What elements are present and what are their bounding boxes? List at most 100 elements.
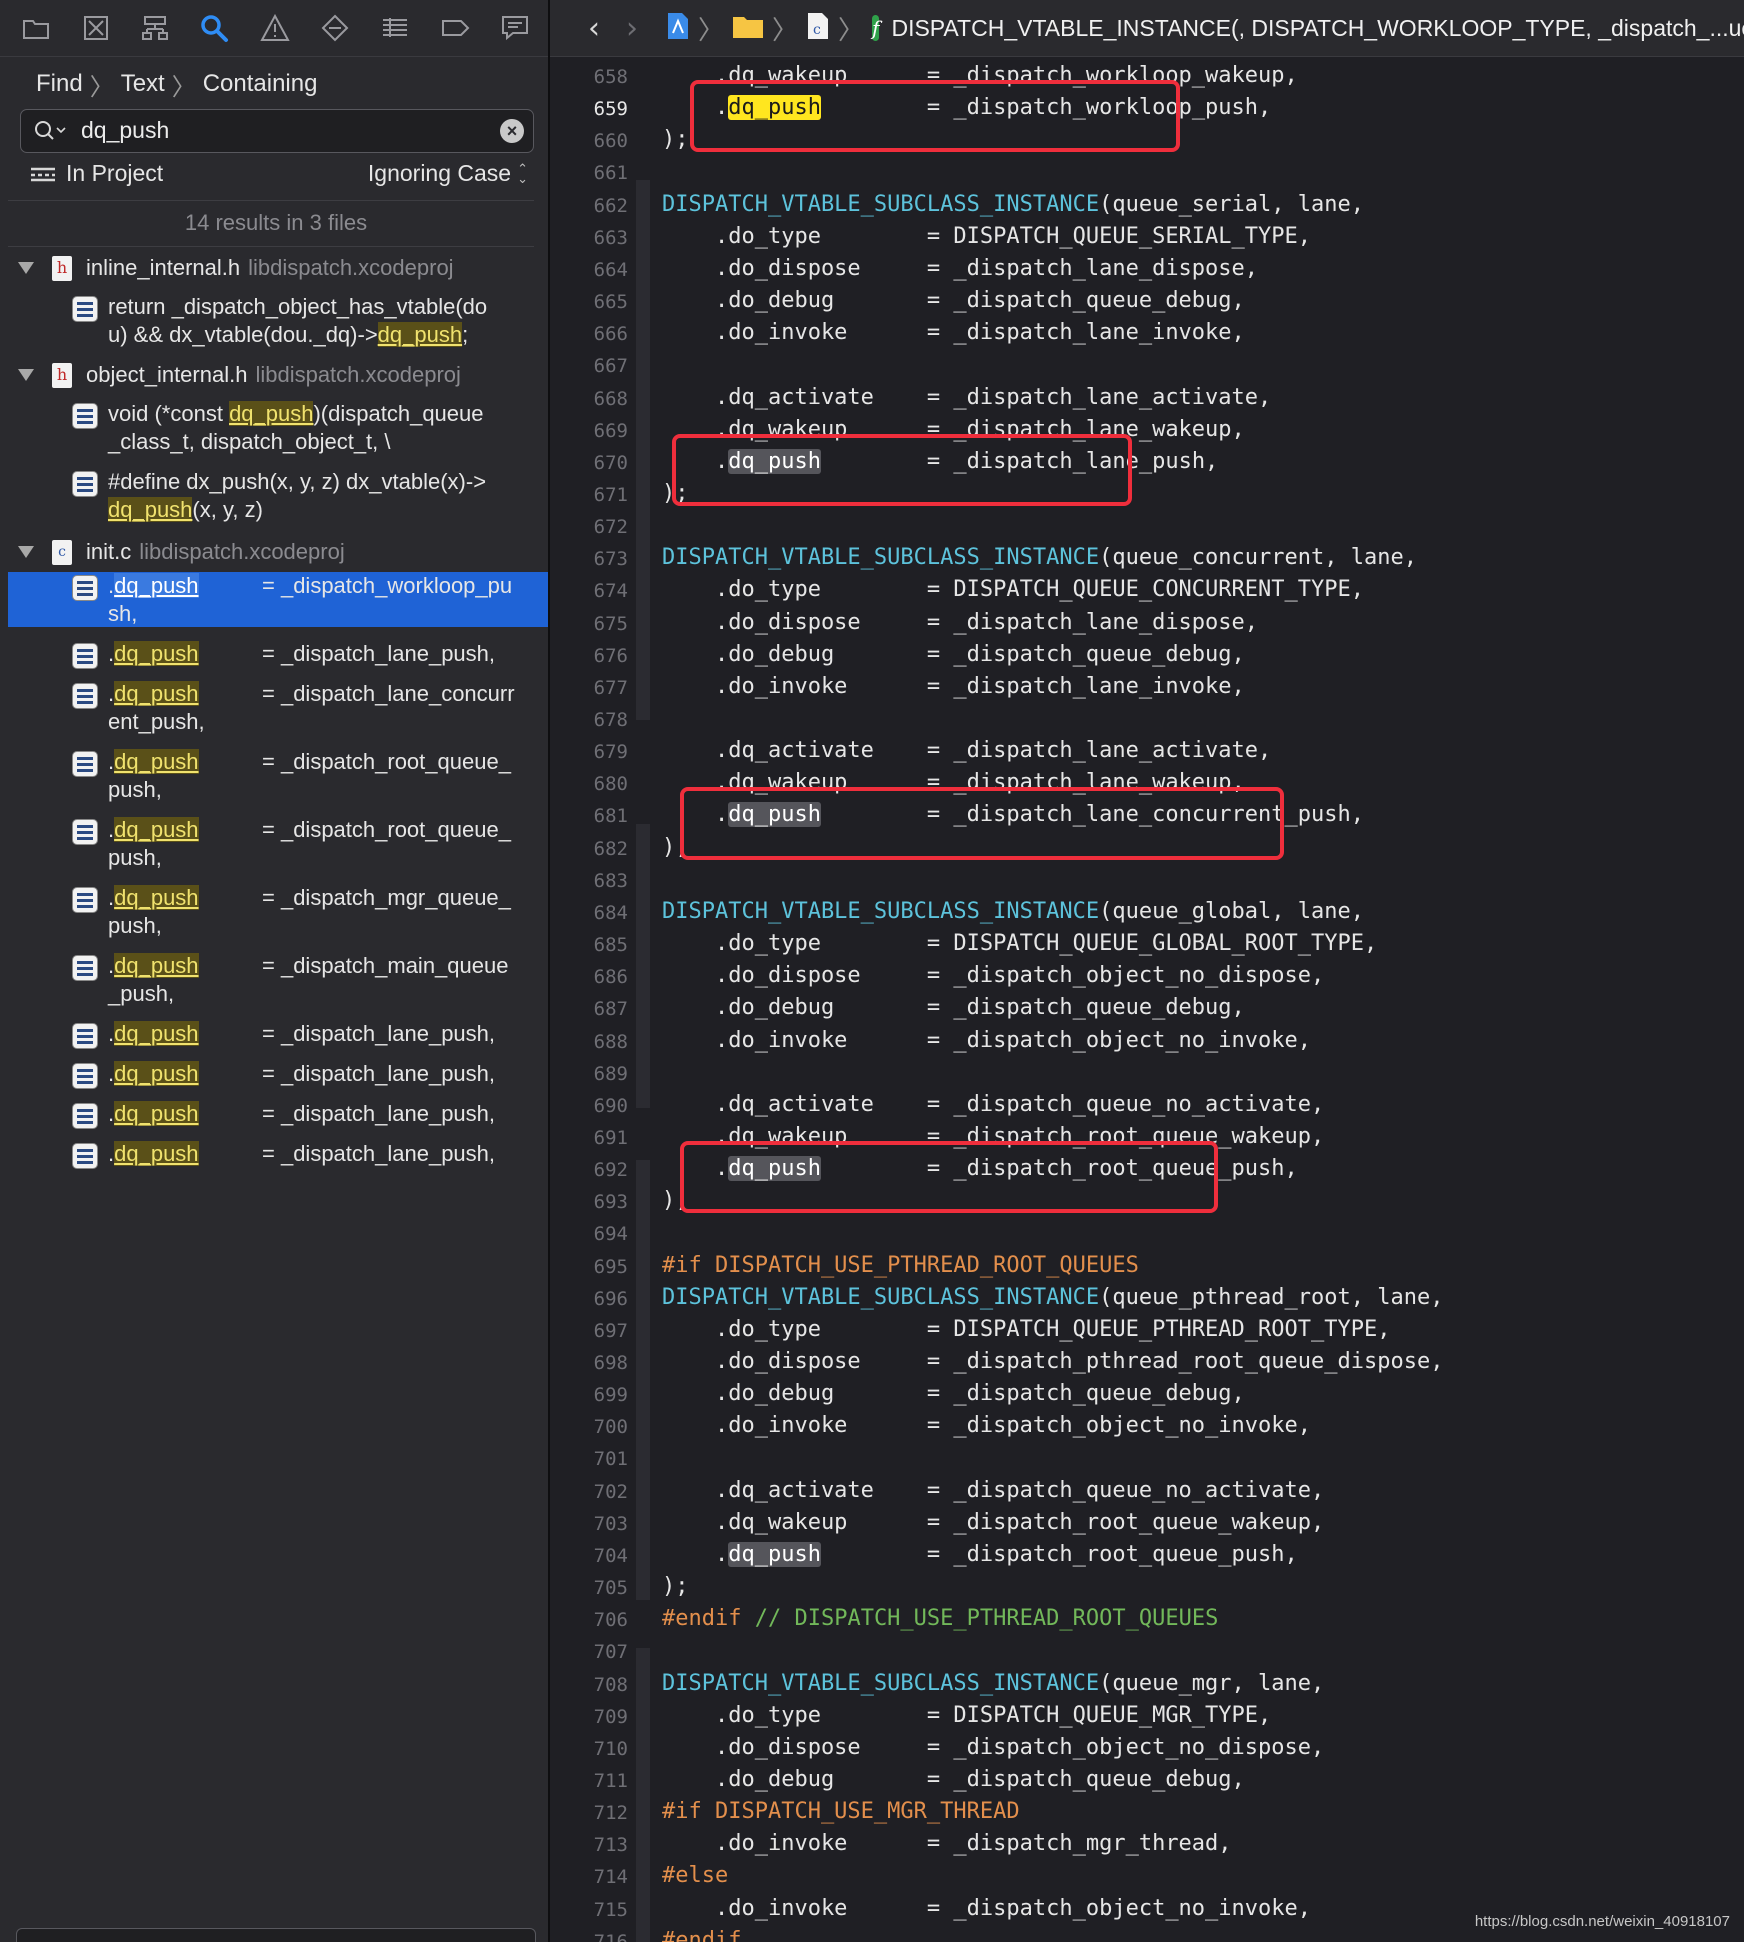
code-line[interactable]: .do_invoke = _dispatch_object_no_invoke,	[662, 1025, 1311, 1057]
line-number[interactable]: 693	[550, 1191, 628, 1213]
jump-bar-symbol[interactable]: DISPATCH_VTABLE_INSTANCE(, DISPATCH_WORK…	[891, 15, 1744, 42]
fold-region[interactable]	[636, 824, 650, 1108]
line-number[interactable]: 665	[550, 291, 628, 313]
code-line[interactable]: .do_type = DISPATCH_QUEUE_GLOBAL_ROOT_TY…	[662, 928, 1377, 960]
search-result[interactable]: .dq_push = _dispatch_lane_push,	[8, 640, 548, 672]
line-number[interactable]: 660	[550, 130, 628, 152]
folder-icon[interactable]	[17, 9, 55, 47]
line-number[interactable]: 672	[550, 516, 628, 538]
code-line[interactable]: .do_invoke = _dispatch_lane_invoke,	[662, 317, 1245, 349]
code-line[interactable]: DISPATCH_VTABLE_SUBCLASS_INSTANCE(queue_…	[662, 896, 1364, 928]
search-result-selected[interactable]: .dq_push = _dispatch_workloop_pu sh,	[8, 572, 548, 627]
code-line[interactable]: .do_type = DISPATCH_QUEUE_CONCURRENT_TYP…	[662, 574, 1364, 606]
code-line[interactable]: .do_debug = _dispatch_queue_debug,	[662, 1764, 1245, 1796]
find-icon[interactable]	[195, 9, 233, 47]
symbol-hierarchy-icon[interactable]	[136, 9, 174, 47]
line-number[interactable]: 663	[550, 227, 628, 249]
line-number[interactable]: 692	[550, 1159, 628, 1181]
breakpoint-tag-icon[interactable]	[436, 9, 474, 47]
code-line[interactable]: .dq_push = _dispatch_root_queue_push,	[662, 1539, 1298, 1571]
line-number[interactable]: 679	[550, 741, 628, 763]
disclosure-triangle-icon[interactable]	[18, 369, 34, 381]
line-number[interactable]: 685	[550, 934, 628, 956]
line-number[interactable]: 702	[550, 1481, 628, 1503]
report-bubble-icon[interactable]	[496, 9, 534, 47]
line-number[interactable]: 678	[550, 709, 628, 731]
code-line[interactable]: .dq_activate = _dispatch_queue_no_activa…	[662, 1475, 1324, 1507]
filter-field[interactable]	[16, 1928, 536, 1942]
line-number[interactable]: 668	[550, 388, 628, 410]
line-number[interactable]: 682	[550, 838, 628, 860]
line-number[interactable]: 697	[550, 1320, 628, 1342]
code-line[interactable]: .dq_wakeup = _dispatch_root_queue_wakeup…	[662, 1507, 1324, 1539]
case-sensitivity-popup[interactable]: Ignoring Case ⌃ ⌄	[368, 160, 528, 187]
code-line[interactable]: .dq_activate = _dispatch_lane_activate,	[662, 382, 1271, 414]
result-file-group[interactable]: c init.c libdispatch.xcodeproj	[0, 534, 548, 570]
c-file-icon[interactable]: c	[806, 11, 830, 46]
source-control-icon[interactable]	[77, 9, 115, 47]
line-number[interactable]: 670	[550, 452, 628, 474]
code-line[interactable]: DISPATCH_VTABLE_SUBCLASS_INSTANCE(queue_…	[662, 189, 1364, 221]
fold-region[interactable]	[636, 180, 650, 464]
code-line[interactable]: #else	[662, 1860, 728, 1892]
line-number[interactable]: 687	[550, 998, 628, 1020]
code-line[interactable]: DISPATCH_VTABLE_SUBCLASS_INSTANCE(queue_…	[662, 1282, 1443, 1314]
search-result[interactable]: .dq_push = _dispatch_main_queue _push,	[8, 952, 548, 1007]
line-number[interactable]: 714	[550, 1866, 628, 1888]
line-number[interactable]: 673	[550, 548, 628, 570]
line-number[interactable]: 708	[550, 1674, 628, 1696]
code-line[interactable]: .dq_activate = _dispatch_queue_no_activa…	[662, 1089, 1324, 1121]
code-line[interactable]: .do_invoke = _dispatch_object_no_invoke,	[662, 1410, 1311, 1442]
search-input[interactable]: dq_push	[81, 117, 169, 144]
line-number[interactable]: 659	[550, 98, 628, 120]
test-diamond-icon[interactable]	[316, 9, 354, 47]
search-result[interactable]: .dq_push = _dispatch_lane_push,	[8, 1060, 548, 1092]
code-line[interactable]: );	[662, 124, 689, 156]
code-line[interactable]: .do_debug = _dispatch_queue_debug,	[662, 992, 1245, 1024]
line-number[interactable]: 716	[550, 1931, 628, 1942]
line-number[interactable]: 709	[550, 1706, 628, 1728]
search-result[interactable]: .dq_push = _dispatch_lane_push,	[8, 1020, 548, 1052]
search-result[interactable]: void (*const dq_push)(dispatch_queue _cl…	[8, 400, 548, 462]
crumb-text[interactable]: Text	[121, 70, 165, 98]
code-line[interactable]: .do_type = DISPATCH_QUEUE_MGR_TYPE,	[662, 1700, 1271, 1732]
line-number[interactable]: 676	[550, 645, 628, 667]
line-number[interactable]: 698	[550, 1352, 628, 1374]
line-number[interactable]: 667	[550, 355, 628, 377]
search-result[interactable]: .dq_push = _dispatch_lane_concurr ent_push…	[8, 680, 548, 735]
line-number[interactable]: 681	[550, 805, 628, 827]
line-number[interactable]: 658	[550, 66, 628, 88]
line-number[interactable]: 705	[550, 1577, 628, 1599]
search-result[interactable]: #define dx_push(x, y, z) dx_vtable(x)-> …	[8, 468, 548, 530]
search-scope[interactable]: In Project	[30, 160, 163, 187]
line-number[interactable]: 711	[550, 1770, 628, 1792]
back-arrow-icon[interactable]: ‹	[588, 11, 600, 46]
line-number[interactable]: 700	[550, 1416, 628, 1438]
code-line[interactable]: #endif	[662, 1925, 741, 1942]
code-line[interactable]: .do_invoke = _dispatch_lane_invoke,	[662, 671, 1245, 703]
code-line[interactable]: .do_dispose = _dispatch_lane_dispose,	[662, 253, 1258, 285]
line-number[interactable]: 689	[550, 1063, 628, 1085]
result-file-group[interactable]: h object_internal.h libdispatch.xcodepro…	[0, 357, 548, 393]
crumb-containing[interactable]: Containing	[203, 70, 318, 98]
disclosure-triangle-icon[interactable]	[18, 262, 34, 274]
code-line[interactable]: .do_dispose = _dispatch_pthread_root_que…	[662, 1346, 1444, 1378]
line-number[interactable]: 696	[550, 1288, 628, 1310]
line-number[interactable]: 683	[550, 870, 628, 892]
code-line[interactable]: .do_invoke = _dispatch_mgr_thread,	[662, 1828, 1232, 1860]
code-line[interactable]: .dq_activate = _dispatch_lane_activate,	[662, 735, 1271, 767]
line-number[interactable]: 688	[550, 1031, 628, 1053]
line-number[interactable]: 664	[550, 259, 628, 281]
disclosure-triangle-icon[interactable]	[18, 546, 34, 558]
folder-icon[interactable]	[732, 13, 764, 44]
line-number[interactable]: 712	[550, 1802, 628, 1824]
line-number[interactable]: 695	[550, 1256, 628, 1278]
line-number[interactable]: 713	[550, 1834, 628, 1856]
line-number[interactable]: 694	[550, 1223, 628, 1245]
debug-list-icon[interactable]	[376, 9, 414, 47]
line-number[interactable]: 701	[550, 1448, 628, 1470]
line-number[interactable]: 684	[550, 902, 628, 924]
line-number[interactable]: 662	[550, 195, 628, 217]
line-number[interactable]: 710	[550, 1738, 628, 1760]
code-line[interactable]: .do_debug = _dispatch_queue_debug,	[662, 285, 1245, 317]
